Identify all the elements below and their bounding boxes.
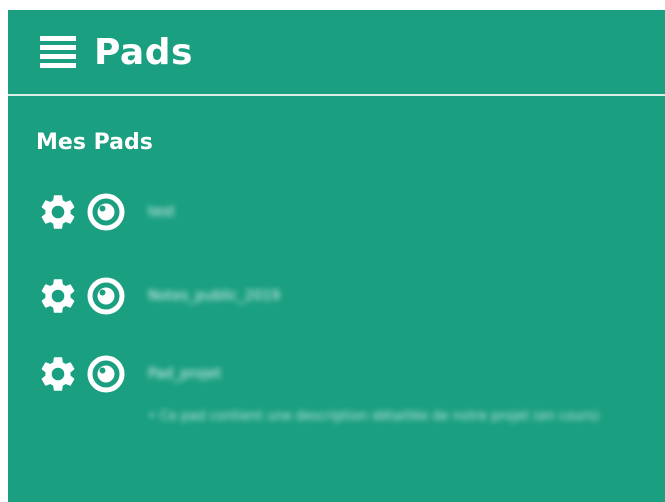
pad-info: Notes_public_2019 (148, 288, 280, 304)
gear-icon (37, 191, 79, 237)
pad-view-button[interactable] (80, 354, 132, 398)
pad-settings-button[interactable] (36, 192, 80, 236)
gear-icon (37, 275, 79, 321)
pad-name-link[interactable]: Notes_public_2019 (148, 288, 280, 304)
pad-item: test (36, 192, 175, 236)
eye-icon (81, 192, 131, 236)
eye-icon (81, 276, 131, 320)
pad-info: Pad_projet • Ce pad contient une descrip… (148, 366, 599, 432)
pad-item: Pad_projet • Ce pad contient une descrip… (36, 354, 599, 432)
gear-icon (37, 353, 79, 399)
page-title: Pads (94, 31, 193, 73)
panel-header: Pads (8, 10, 665, 96)
section-title-my-pads: Mes Pads (36, 130, 153, 155)
pad-description: • Ce pad contient une description détail… (148, 409, 600, 424)
hamburger-menu-icon (38, 33, 78, 71)
pad-settings-button[interactable] (36, 276, 80, 320)
pad-settings-button[interactable] (36, 354, 80, 398)
pads-panel: Pads Mes Pads test Notes_public_2019 Pad… (8, 10, 665, 502)
eye-icon (81, 354, 131, 398)
pad-name-link[interactable]: test (148, 204, 175, 220)
pad-name-link[interactable]: Pad_projet (148, 366, 599, 382)
pads-menu-toggle[interactable]: Pads (38, 32, 193, 73)
pad-view-button[interactable] (80, 192, 132, 236)
pad-info: test (148, 204, 175, 220)
pad-item: Notes_public_2019 (36, 276, 280, 320)
pad-view-button[interactable] (80, 276, 132, 320)
